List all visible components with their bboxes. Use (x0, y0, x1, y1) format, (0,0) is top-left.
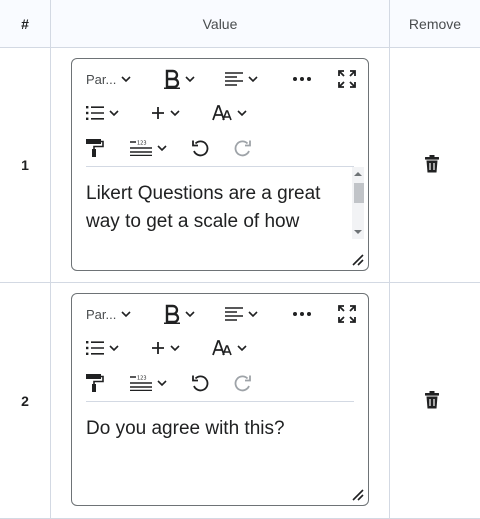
list-button[interactable] (86, 336, 119, 360)
remove-row-button[interactable] (425, 155, 439, 178)
redo-icon (234, 375, 251, 392)
editor-text: Do you agree with this? (86, 418, 285, 439)
align-icon (225, 72, 243, 86)
chevron-down-icon (170, 344, 180, 351)
list-icon (86, 341, 104, 355)
line-numbers-button[interactable]: 123 (130, 371, 167, 395)
resize-handle-icon[interactable] (350, 487, 364, 501)
toolbar-divider (86, 401, 354, 402)
column-header-value: Value (51, 0, 390, 48)
editor-content[interactable]: Do you agree with this? (86, 415, 354, 471)
fullscreen-button[interactable] (338, 67, 356, 91)
row-number-cell: 1 (0, 48, 51, 283)
chevron-down-icon (237, 109, 247, 116)
chevron-down-icon (157, 144, 167, 151)
more-icon (293, 77, 311, 81)
remove-row-button[interactable] (425, 391, 439, 414)
bold-icon (164, 304, 180, 324)
trash-icon (425, 155, 439, 173)
trash-icon (425, 391, 439, 409)
scroll-down-icon[interactable] (354, 229, 362, 235)
column-header-remove: Remove (390, 0, 480, 48)
more-actions-button[interactable] (292, 302, 312, 326)
font-size-icon (212, 340, 232, 356)
chevron-down-icon (121, 75, 131, 82)
more-actions-button[interactable] (292, 67, 312, 91)
paragraph-format-dropdown[interactable]: Par... (86, 67, 131, 91)
chevron-down-icon (185, 310, 195, 317)
redo-button (234, 371, 252, 395)
font-size-button[interactable] (212, 336, 247, 360)
format-painter-button[interactable] (86, 371, 104, 395)
row-number: 2 (21, 392, 29, 409)
line-numbers-icon: 123 (130, 376, 152, 391)
chevron-down-icon (248, 75, 258, 82)
row-number: 1 (21, 157, 29, 173)
line-numbers-button[interactable]: 123 (130, 136, 167, 160)
editor-text: Likert Questions are a great way to get … (86, 183, 321, 232)
row-number-cell: 2 (0, 283, 51, 519)
undo-icon (192, 140, 209, 157)
fullscreen-icon (338, 70, 356, 88)
editor-scrollbar[interactable] (352, 167, 364, 239)
chevron-down-icon (109, 344, 119, 351)
chevron-down-icon (237, 344, 247, 351)
undo-icon (192, 375, 209, 392)
paragraph-format-label: Par... (86, 71, 117, 87)
paragraph-format-dropdown[interactable]: Par... (86, 302, 131, 326)
chevron-down-icon (157, 379, 167, 386)
toolbar-divider (86, 166, 354, 167)
insert-button[interactable] (151, 336, 180, 360)
list-button[interactable] (86, 101, 119, 125)
scroll-up-icon[interactable] (354, 171, 362, 177)
chevron-down-icon (121, 310, 131, 317)
list-icon (86, 106, 104, 120)
line-numbers-icon: 123 (130, 141, 152, 156)
chevron-down-icon (248, 310, 258, 317)
font-size-icon (212, 105, 232, 121)
format-painter-icon (86, 374, 104, 392)
plus-icon (152, 342, 164, 354)
paragraph-format-label: Par... (86, 306, 117, 322)
undo-button[interactable] (191, 136, 209, 160)
resize-handle-icon[interactable] (350, 252, 364, 266)
more-icon (293, 312, 311, 316)
scrollbar-thumb[interactable] (354, 183, 364, 203)
column-header-number-label: # (21, 15, 29, 32)
font-size-button[interactable] (212, 101, 247, 125)
column-header-number: # (0, 0, 51, 48)
rich-text-editor[interactable]: Par... 123 Likert Questions are a great … (71, 58, 369, 271)
fullscreen-icon (338, 305, 356, 323)
format-painter-icon (86, 139, 104, 157)
bold-icon (164, 69, 180, 89)
format-painter-button[interactable] (86, 136, 104, 160)
column-header-remove-label: Remove (408, 15, 462, 32)
plus-icon (152, 107, 164, 119)
chevron-down-icon (170, 109, 180, 116)
align-button[interactable] (225, 67, 258, 91)
svg-text:123: 123 (137, 376, 147, 382)
bold-button[interactable] (164, 67, 195, 91)
chevron-down-icon (185, 75, 195, 82)
rich-text-editor[interactable]: Par... 123 Do you agree with this? (71, 293, 369, 506)
align-button[interactable] (225, 302, 258, 326)
fullscreen-button[interactable] (338, 302, 356, 326)
column-header-value-label: Value (202, 15, 238, 32)
redo-button (234, 136, 252, 160)
align-icon (225, 307, 243, 321)
chevron-down-icon (109, 109, 119, 116)
redo-icon (234, 140, 251, 157)
insert-button[interactable] (151, 101, 180, 125)
editor-content[interactable]: Likert Questions are a great way to get … (86, 180, 346, 236)
bold-button[interactable] (164, 302, 195, 326)
svg-text:123: 123 (137, 141, 147, 147)
undo-button[interactable] (191, 371, 209, 395)
